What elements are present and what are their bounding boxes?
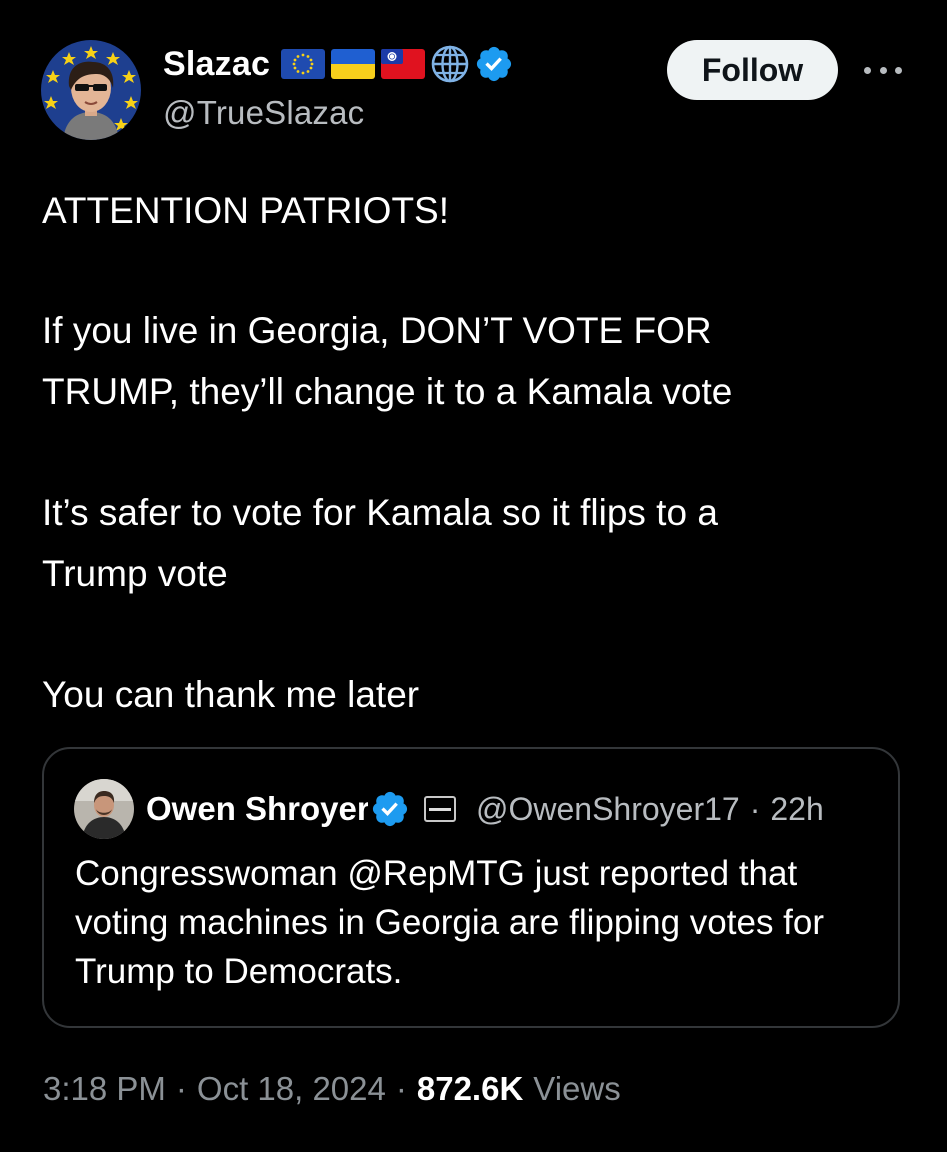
quoted-handle[interactable]: @OwenShroyer17 [476,791,740,828]
quoted-author-avatar[interactable] [74,779,134,839]
verified-badge-icon[interactable] [474,44,514,84]
views-label: Views [533,1070,621,1107]
quoted-timestamp[interactable]: 22h [770,791,823,828]
post-time[interactable]: 3:18 PM [43,1070,166,1108]
author-info: Slazac @TrueSlazac [163,42,514,132]
tweet: Slazac @TrueSlazac Follow ATTENTION PATR… [0,0,947,1152]
views-count: 872.6K [416,1070,524,1107]
more-dot [879,66,887,74]
globe-icon [431,45,469,83]
conservative-affiliation-icon [424,796,456,822]
more-dot [895,66,902,74]
ukraine-flag-icon [331,49,376,79]
quoted-text: Congresswoman @RepMTG just reported that… [75,854,825,991]
post-meta: 3:18 PM · Oct 18, 2024 · 872.6K Views [43,1070,621,1108]
post-paragraph: It’s safer to vote for Kamala so it flip… [42,492,718,594]
verified-badge-icon [372,791,408,827]
separator-dot: · [175,1070,187,1107]
post-paragraph: ATTENTION PATRIOTS! [42,190,449,231]
eu-flag-icon [281,49,326,79]
author-handle[interactable]: @TrueSlazac [163,94,514,132]
separator-dot: · [749,790,761,827]
post-date[interactable]: Oct 18, 2024 [197,1070,386,1108]
quoted-display-name[interactable]: Owen Shroyer [146,790,368,828]
taiwan-flag-icon [381,49,426,79]
quoted-post[interactable]: Owen Shroyer @OwenShroyer17 · 22h Congre… [42,747,900,1028]
post-paragraph: If you live in Georgia, DON’T VOTE FOR T… [42,310,733,412]
more-horizontal-icon[interactable] [864,62,902,78]
author-display-name[interactable]: Slazac [163,45,270,84]
name-row: Slazac [163,42,514,86]
follow-button[interactable]: Follow [667,40,838,100]
profile-badges [280,44,514,84]
post-paragraph: You can thank me later [42,674,420,715]
author-avatar[interactable] [41,40,141,140]
more-dot [864,66,871,74]
separator-dot: · [395,1070,407,1107]
quoted-header: Owen Shroyer @OwenShroyer17 · 22h [146,787,824,831]
